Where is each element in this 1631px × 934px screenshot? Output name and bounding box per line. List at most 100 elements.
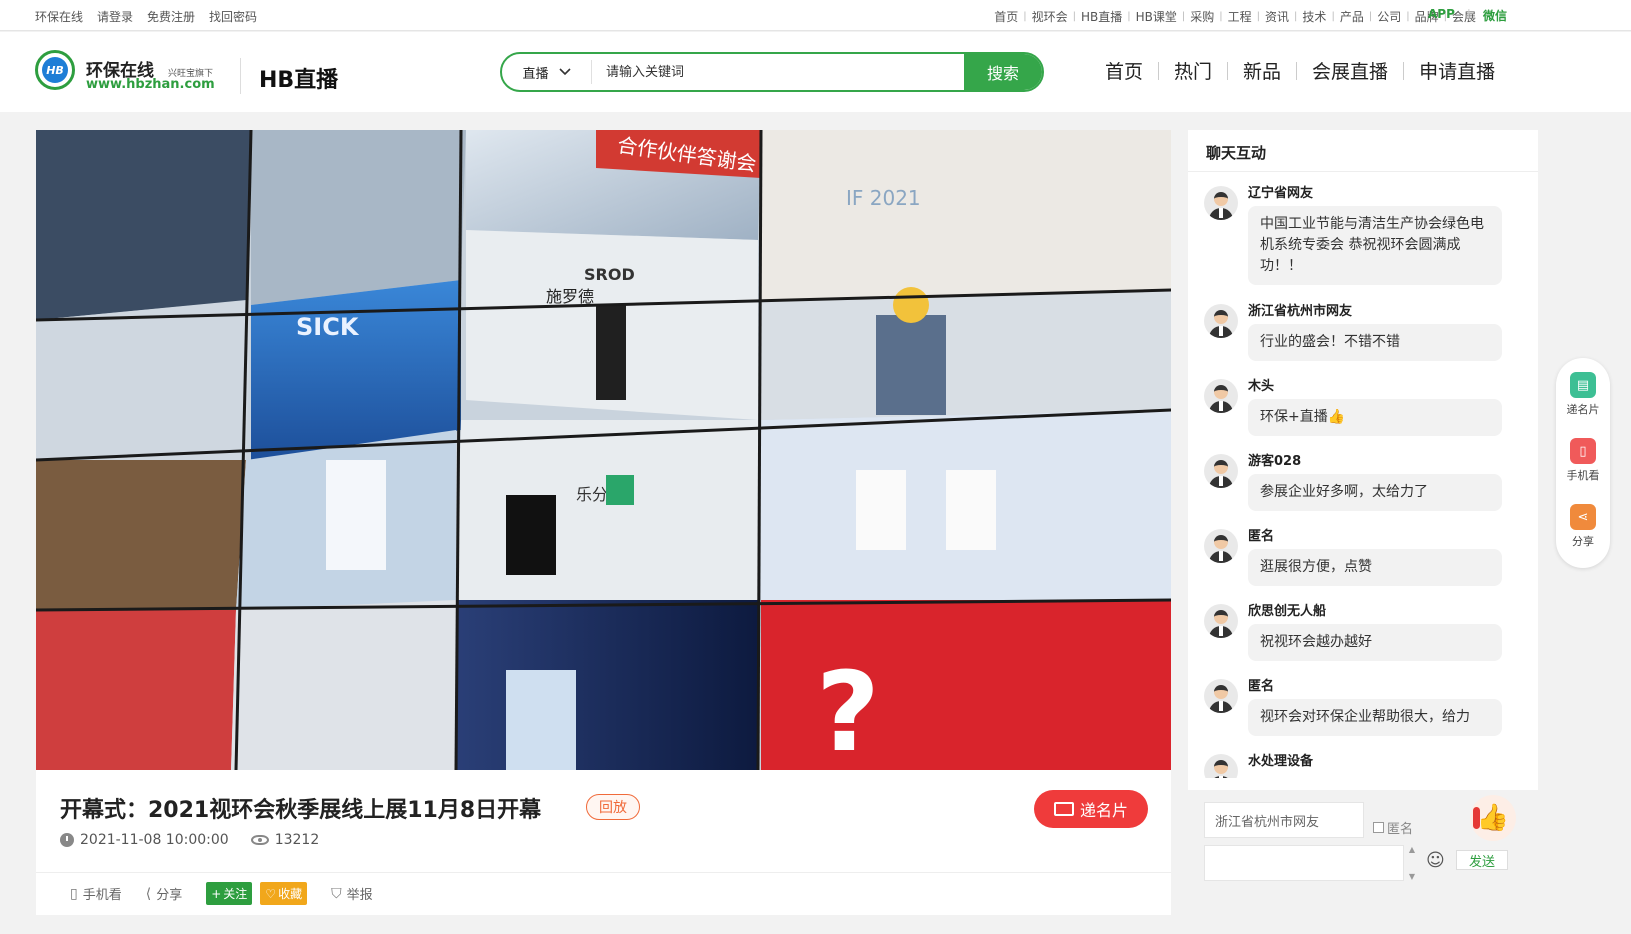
avatar: [1204, 186, 1238, 220]
send-card-label: 递名片: [1079, 801, 1128, 820]
avatar: [1204, 679, 1238, 713]
phone-icon: ▯: [1570, 438, 1596, 464]
anonymous-checkbox[interactable]: 匿名: [1373, 818, 1413, 837]
like-counter-bar: [1473, 807, 1480, 829]
send-button[interactable]: 发送: [1456, 850, 1508, 870]
message-list[interactable]: 辽宁省网友 中国工业节能与清洁生产协会绿色电机系统专委会 恭祝视环会圆满成功！！…: [1188, 180, 1538, 778]
clock-icon: [60, 833, 74, 847]
app-link[interactable]: APP: [1428, 7, 1455, 21]
message-input[interactable]: [1204, 845, 1404, 881]
search-input[interactable]: [592, 54, 964, 90]
main-nav: 首页 热门 新品 会展直播 申请直播: [1090, 57, 1510, 84]
message-text: 祝视环会越办越好: [1248, 624, 1502, 661]
top-nav-home[interactable]: 首页: [989, 8, 1023, 25]
mobile-view-action[interactable]: ▯ 手机看: [70, 884, 122, 904]
message-author: 浙江省杭州市网友: [1248, 304, 1353, 319]
top-link-recover-password[interactable]: 找回密码: [209, 8, 257, 25]
top-nav-class[interactable]: HB课堂: [1131, 8, 1182, 25]
nav-home[interactable]: 首页: [1090, 57, 1158, 84]
mobile-view-label: 手机看: [82, 888, 122, 903]
avatar: [1204, 454, 1238, 488]
video-brand-srod: SROD: [584, 265, 635, 284]
message-text: 行业的盛会！不错不错: [1248, 324, 1502, 361]
plus-icon: +: [211, 886, 222, 901]
avatar: [1204, 529, 1238, 563]
live-datetime: 2021-11-08 10:00:00: [80, 832, 229, 848]
checkbox-icon: [1373, 822, 1384, 833]
sidebar-item-label: 分享: [1572, 535, 1594, 548]
video-brand-if: IF 2021: [846, 186, 921, 210]
top-nav-tech[interactable]: 技术: [1297, 8, 1331, 25]
top-link-home[interactable]: 环保在线: [35, 8, 83, 25]
top-nav-live[interactable]: HB直播: [1076, 8, 1127, 25]
share-icon: ⟨: [145, 885, 152, 902]
site-header: HB 环保在线 兴旺宝旗下 www.hbzhan.com HB直播 直播 搜索 …: [0, 32, 1631, 112]
video-brand-srod-cn: 施罗德: [546, 287, 594, 306]
avatar: [1204, 604, 1238, 638]
message-text: 逛展很方便，点赞: [1248, 549, 1502, 586]
chat-title: 聊天互动: [1188, 130, 1538, 172]
top-nav-companies[interactable]: 公司: [1372, 8, 1406, 25]
video-brand-sick: SICK: [296, 313, 360, 341]
card-icon: [1053, 802, 1074, 816]
video-player[interactable]: 合作伙伴答谢会 IF 2021 SICK SROD 施罗德 乐分美 ?: [36, 130, 1171, 770]
favorite-button[interactable]: ♡ 收藏: [260, 882, 308, 905]
nav-apply-live[interactable]: 申请直播: [1404, 57, 1510, 84]
share-label: 分享: [156, 888, 183, 903]
input-scrollbar[interactable]: ▲ ▼: [1406, 845, 1418, 881]
nav-new[interactable]: 新品: [1228, 57, 1296, 84]
replay-badge: 回放: [586, 794, 640, 820]
list-item: 欣思创无人船 祝视环会越办越好: [1188, 598, 1538, 673]
sidebar-item-share[interactable]: ⋖ 分享: [1556, 504, 1610, 549]
site-title[interactable]: HB直播: [259, 62, 338, 94]
message-text: 视环会对环保企业帮助很大，给力: [1248, 699, 1502, 736]
search-type-select[interactable]: 直播: [502, 60, 592, 84]
top-nav-news[interactable]: 资讯: [1260, 8, 1294, 25]
follow-button[interactable]: + 关注: [206, 882, 253, 905]
message-author: 欣思创无人船: [1248, 604, 1327, 619]
site-logo[interactable]: HB: [35, 50, 75, 90]
send-card-button[interactable]: 递名片: [1034, 790, 1148, 828]
share-action[interactable]: ⟨ 分享: [145, 884, 183, 904]
brand-url: www.hbzhan.com: [86, 77, 215, 92]
thumbs-up-icon: 👍: [1476, 803, 1510, 833]
share-icon: ⋖: [1570, 504, 1596, 530]
wechat-link[interactable]: 微信: [1483, 7, 1507, 24]
top-nav-expo[interactable]: 视环会: [1027, 8, 1073, 25]
logo-mark: HB: [42, 57, 68, 83]
nav-expo-live[interactable]: 会展直播: [1297, 57, 1403, 84]
anonymous-label: 匿名: [1387, 822, 1414, 837]
top-link-login[interactable]: 请登录: [97, 8, 133, 25]
top-bar: 环保在线 请登录 免费注册 找回密码 首页 | 视环会 | HB直播 | HB课堂 | …: [0, 0, 1631, 31]
report-action[interactable]: ⛉ 举报: [331, 884, 373, 904]
list-item: 匿名 逛展很方便，点赞: [1188, 523, 1538, 598]
sidebar-item-card[interactable]: ▤ 递名片: [1556, 372, 1610, 417]
search-button[interactable]: 搜索: [964, 54, 1042, 90]
search-type-label: 直播: [522, 66, 549, 82]
follow-label: 关注: [223, 887, 248, 901]
list-item: 辽宁省网友 中国工业节能与清洁生产协会绿色电机系统专委会 恭祝视环会圆满成功！！: [1188, 180, 1538, 298]
divider: |: [1467, 7, 1471, 20]
list-item: 水处理设备: [1188, 748, 1538, 778]
video-frame: 合作伙伴答谢会 IF 2021 SICK SROD 施罗德 乐分美 ?: [36, 130, 1171, 770]
top-link-register[interactable]: 免费注册: [147, 8, 195, 25]
emoji-icon[interactable]: ☺: [1426, 850, 1445, 871]
search-bar: 直播 搜索: [500, 52, 1044, 92]
top-nav-engineering[interactable]: 工程: [1223, 8, 1257, 25]
message-author: 辽宁省网友: [1248, 186, 1314, 201]
header-divider: [240, 58, 241, 94]
list-item: 匿名 视环会对环保企业帮助很大，给力: [1188, 673, 1538, 748]
divider: [36, 872, 1171, 873]
avatar: [1204, 379, 1238, 413]
chevron-down-icon: [558, 65, 571, 80]
chat-input-area: 浙江省杭州市网友 匿名 👍 ▲ ▼ ☺ 发送: [1188, 790, 1538, 915]
message-text: 中国工业节能与清洁生产协会绿色电机系统专委会 恭祝视环会圆满成功！！: [1248, 206, 1502, 285]
nickname-field[interactable]: 浙江省杭州市网友: [1204, 802, 1364, 838]
sidebar-item-mobile[interactable]: ▯ 手机看: [1556, 438, 1610, 483]
top-nav-purchase[interactable]: 采购: [1185, 8, 1219, 25]
top-nav-products[interactable]: 产品: [1335, 8, 1369, 25]
card-icon: ▤: [1570, 372, 1596, 398]
avatar: [1204, 304, 1238, 338]
nav-hot[interactable]: 热门: [1159, 57, 1227, 84]
like-button[interactable]: 👍: [1470, 795, 1516, 841]
